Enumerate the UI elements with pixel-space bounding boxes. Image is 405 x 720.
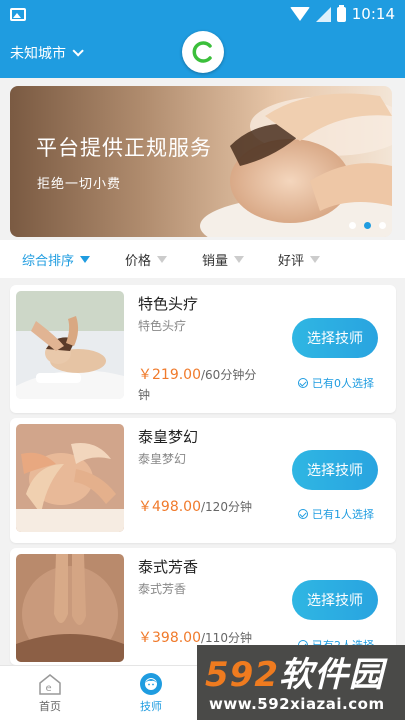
system-indicators: 10:14 [289,4,395,23]
sort-label: 综合排序 [22,254,75,269]
chosen-count: 已有1人选择 [298,506,374,522]
service-thumbnail [16,424,124,532]
sort-label: 价格 [125,254,152,269]
loading-spinner [182,31,224,73]
sort-arrow-icon [310,256,321,263]
chosen-count: 已有0人选择 [298,375,374,391]
banner-pagination [349,222,386,229]
check-circle-icon [298,378,308,388]
service-card[interactable]: 特色头疗 特色头疗 ￥219.00/60分钟分钟 选择技师 已有0人选择 [10,285,396,413]
sort-arrow-icon [157,256,168,263]
service-thumbnail [16,554,124,662]
sort-label: 好评 [278,254,305,269]
promo-banner[interactable]: 平台提供正规服务 拒绝一切小费 [10,86,392,237]
price-unit: /110分钟 [201,631,252,645]
sort-bar: 综合排序 价格 销量 好评 [0,240,405,278]
select-technician-button[interactable]: 选择技师 [292,318,378,358]
nav-technician[interactable]: 技师 [126,672,176,714]
nav-home[interactable]: e 首页 [25,672,75,714]
price-value: ￥498.00 [138,499,201,515]
service-desc: 泰式芳香 [138,582,187,596]
app-header: 未知城市 e 家 [0,28,405,78]
service-thumbnail [16,291,124,399]
sort-arrow-icon [234,256,245,263]
watermark-number: 592 [205,655,279,695]
sort-comprehensive[interactable]: 综合排序 [22,250,91,269]
sort-price[interactable]: 价格 [125,250,168,269]
sort-rating[interactable]: 好评 [278,250,321,269]
select-technician-button[interactable]: 选择技师 [292,450,378,490]
page-dot-active[interactable] [364,222,371,229]
sort-arrow-icon [80,256,91,263]
service-name: 泰皇梦幻 [138,428,199,446]
home-e-icon: e [39,674,61,695]
price-unit: /120分钟 [201,500,252,514]
clock: 10:14 [351,5,395,23]
watermark-url: www.592xiazai.com [209,695,385,713]
status-bar: 10:14 [0,0,405,28]
service-desc: 泰皇梦幻 [138,452,187,466]
service-price: ￥498.00/120分钟 [138,497,268,517]
price-value: ￥219.00 [138,367,201,383]
chosen-count-text: 已有0人选择 [312,377,374,390]
signal-icon [315,6,331,22]
sort-sales[interactable]: 销量 [202,250,245,269]
page-dot[interactable] [379,222,386,229]
banner-title: 平台提供正规服务 [36,136,212,160]
loading-icon [192,41,212,63]
watermark-name: 软件园 [278,655,384,695]
chosen-count-text: 已有1人选择 [312,508,374,521]
sort-label: 销量 [202,254,229,269]
page-dot[interactable] [349,222,356,229]
service-name: 特色头疗 [138,295,199,313]
banner-subtitle: 拒绝一切小费 [37,177,122,192]
price-value: ￥398.00 [138,630,201,646]
service-card[interactable]: 泰皇梦幻 泰皇梦幻 ￥498.00/120分钟 选择技师 已有1人选择 [10,418,396,543]
technician-icon [140,673,162,695]
watermark-title: 592软件园 [205,647,384,696]
service-price: ￥219.00/60分钟分钟 [138,365,268,405]
select-technician-button[interactable]: 选择技师 [292,580,378,620]
nav-home-label: 首页 [39,700,61,713]
check-circle-icon [298,509,308,519]
nav-technician-label: 技师 [140,700,162,713]
svg-text:e: e [46,683,52,694]
watermark-logo: 592软件园 www.592xiazai.com [197,645,405,720]
image-notification-icon [10,7,26,21]
service-name: 泰式芳香 [138,558,199,576]
battery-icon [336,4,346,22]
wifi-icon [289,7,310,21]
service-desc: 特色头疗 [138,319,187,333]
